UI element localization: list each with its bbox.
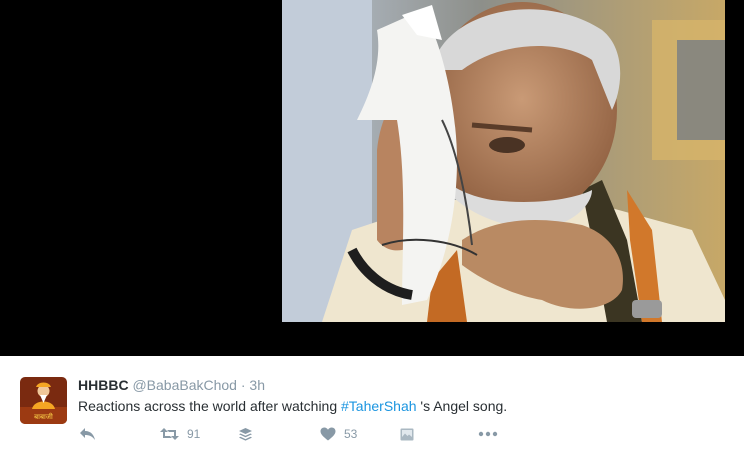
retweet-count: 91: [187, 427, 201, 441]
tweet-photo[interactable]: [282, 0, 725, 322]
retweet-button[interactable]: 91: [160, 424, 200, 444]
media-button[interactable]: [400, 424, 414, 444]
reply-button[interactable]: [79, 424, 96, 444]
buffer-button[interactable]: [238, 424, 253, 444]
more-button[interactable]: [478, 424, 498, 444]
layers-icon: [239, 427, 252, 441]
reply-icon: [80, 428, 95, 440]
image-icon: [400, 428, 414, 440]
ellipsis-icon: [478, 431, 498, 437]
heart-icon: [320, 427, 336, 441]
photo-image: [282, 0, 725, 322]
retweet-icon: [160, 428, 179, 440]
like-count: 53: [344, 427, 358, 441]
tweet: बाबाजी HHBBC @BabaBakChod · 3h Reactions…: [0, 356, 744, 456]
like-button[interactable]: 53: [320, 424, 357, 444]
tweet-actions: 91 53: [0, 356, 744, 456]
tweet-media-area: [0, 0, 744, 356]
